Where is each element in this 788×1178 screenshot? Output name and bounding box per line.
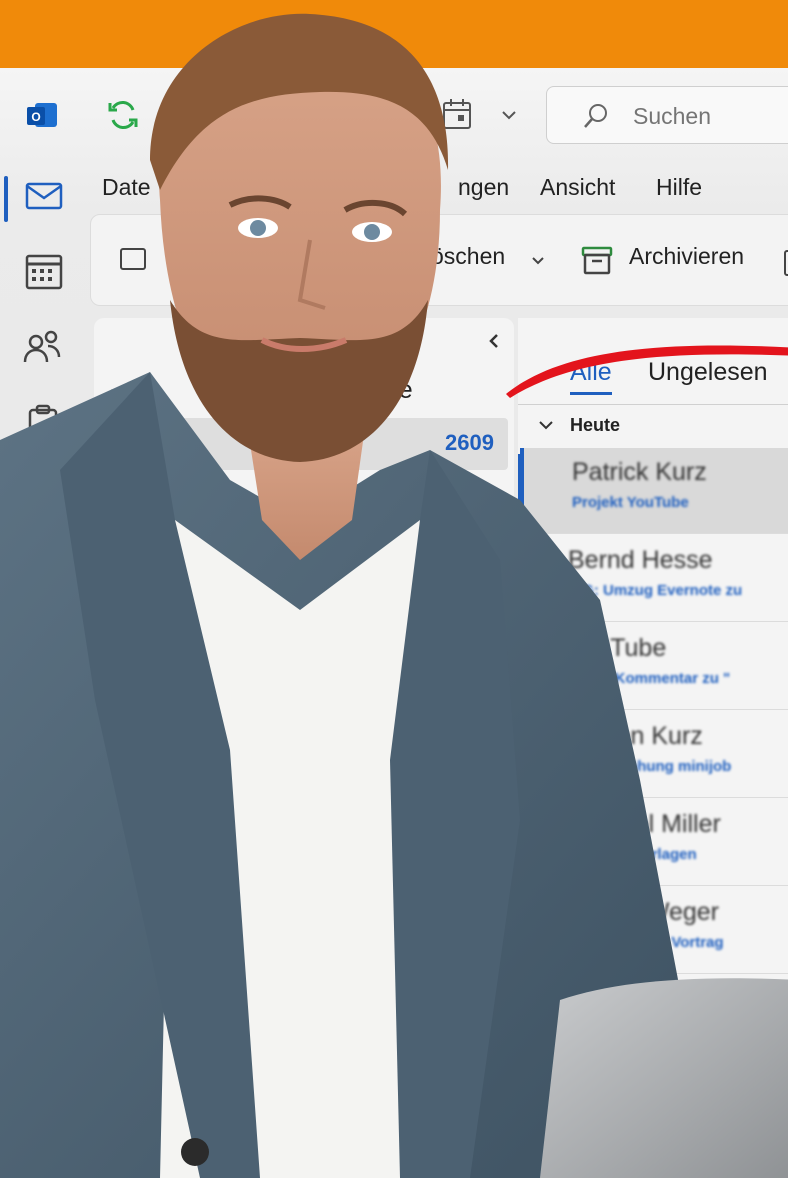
menu-bar: Date ngen Ansicht Hilfe <box>74 160 788 212</box>
people-icon <box>23 330 61 363</box>
mail-sender: Patrick Kurz <box>572 458 707 486</box>
mail-sender: Jürgen Kurz <box>568 722 703 750</box>
mail-subject: Preiserhöhung minijob <box>568 758 732 775</box>
mail-sender: Michael Miller <box>568 810 721 838</box>
new-mail-icon[interactable] <box>119 245 149 273</box>
menu-file[interactable]: Date <box>102 174 151 201</box>
unread-count: 2609 <box>445 430 494 455</box>
mail-subject: Projekt YouTube <box>572 494 689 511</box>
nav-rail <box>0 160 74 1178</box>
sync-icon[interactable] <box>106 98 140 132</box>
move-icon[interactable] <box>783 249 788 277</box>
mail-sender: Bernd Hesse <box>568 546 713 574</box>
nav-calendar[interactable] <box>14 246 72 300</box>
nav-mail[interactable] <box>4 170 72 224</box>
mail-sender: YouTube <box>568 634 667 662</box>
search-input[interactable] <box>633 99 788 133</box>
list-item[interactable]: Michael Miller Wohnort Vorlagen <box>520 800 788 886</box>
group-header[interactable]: Heute <box>518 412 788 442</box>
nav-people[interactable] <box>14 322 72 376</box>
chevron-down-icon[interactable] <box>531 255 545 267</box>
tasks-icon <box>28 404 58 442</box>
mail-icon <box>25 182 63 210</box>
group-label: Heute <box>570 415 621 435</box>
nav-tasks[interactable] <box>14 398 72 452</box>
chevron-down-icon <box>539 421 553 430</box>
mail-subject: Wohnort Vorlagen <box>568 846 697 863</box>
outlook-window: O Suchen Date ngen Ansicht Hilfe öschen … <box>0 68 788 1178</box>
list-item[interactable]: Patrick Kurz Projekt YouTube <box>520 448 788 534</box>
list-item[interactable]: Bernd Hesse WG: Umzug Evernote zu <box>520 536 788 622</box>
search-icon <box>584 104 607 128</box>
svg-text:O: O <box>31 110 40 124</box>
orange-banner <box>0 0 788 68</box>
outlook-app-icon[interactable]: O <box>27 101 59 129</box>
tab-unread[interactable]: Ungelesen <box>648 358 768 387</box>
divider <box>518 404 788 405</box>
menu-settings[interactable]: ngen <box>458 174 509 201</box>
list-item[interactable]: Daniel Weger Einladung mit Vortrag <box>520 888 788 974</box>
inbox-folder[interactable]: 2609 <box>104 418 508 470</box>
chevron-down-icon[interactable] <box>500 108 518 122</box>
calendar-grid-icon <box>25 254 63 290</box>
menu-view[interactable]: Ansicht <box>540 174 615 201</box>
mail-sender: Daniel Weger <box>568 898 720 926</box>
chevron-left-icon[interactable] <box>486 332 502 350</box>
ribbon: öschen Archivieren <box>90 214 788 306</box>
search-box[interactable] <box>546 86 788 144</box>
archive-button[interactable]: Archivieren <box>629 243 744 283</box>
account-name[interactable]: h.de <box>364 376 413 405</box>
tab-all[interactable]: Alle <box>570 358 612 395</box>
list-item[interactable]: YouTube Neuer Kommentar zu " <box>520 624 788 710</box>
list-item[interactable]: Jürgen Kurz Preiserhöhung minijob <box>520 712 788 798</box>
calendar-icon[interactable] <box>442 98 472 130</box>
mail-subject: Einladung mit Vortrag <box>568 934 724 951</box>
folder-pane: h.de 2609 <box>94 318 514 1178</box>
archive-icon[interactable] <box>581 245 613 275</box>
menu-help[interactable]: Hilfe <box>656 174 702 201</box>
chevron-down-icon[interactable] <box>108 386 126 400</box>
message-list: Alle Ungelesen Heute Patrick Kurz Projek… <box>518 318 788 1178</box>
title-bar: O <box>0 68 788 160</box>
mail-subject: Neuer Kommentar zu " <box>568 670 731 687</box>
delete-button[interactable]: öschen <box>431 243 505 283</box>
mail-subject: WG: Umzug Evernote zu <box>568 582 743 599</box>
